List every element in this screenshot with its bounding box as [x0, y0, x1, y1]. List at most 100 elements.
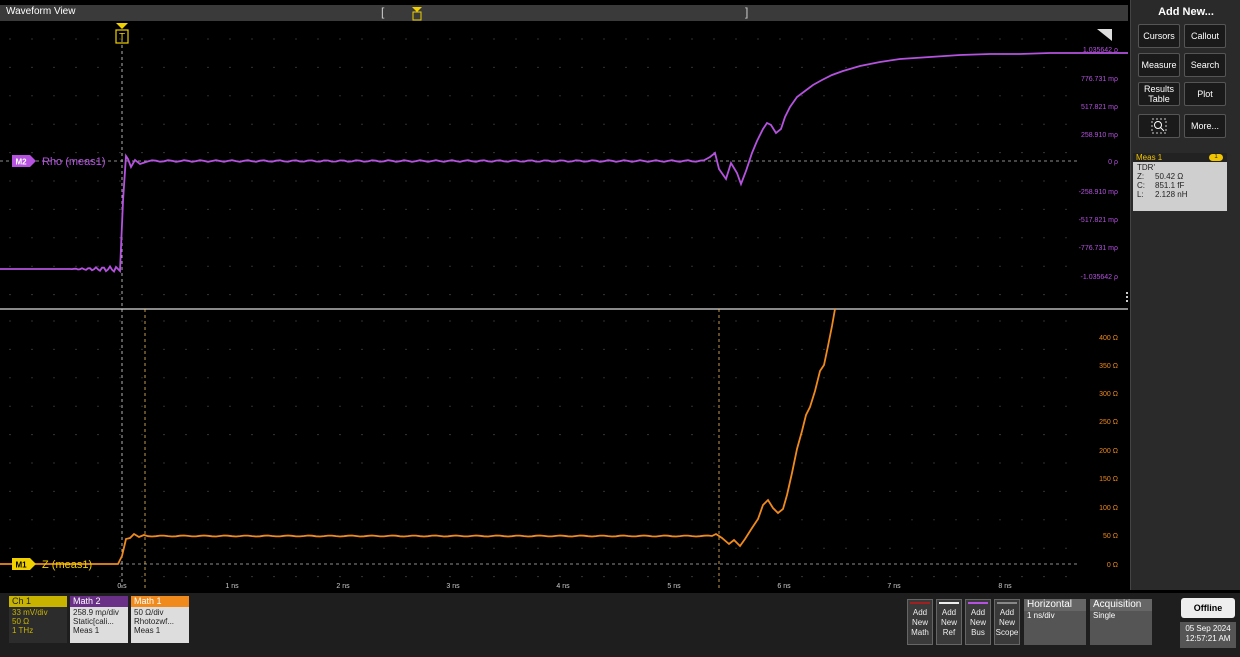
results-table-label-2: Table — [1148, 94, 1170, 104]
rho-scale-label: -517.821 mρ — [1079, 217, 1118, 224]
math2-scale: 258.9 mρ/div — [73, 608, 119, 617]
rho-scale-label: 1.035642 ρ — [1083, 47, 1118, 54]
plot-button[interactable]: Plot — [1184, 82, 1226, 106]
time-axis-labels: 0 s 1 ns 2 ns 3 ns 4 ns 5 ns 6 ns 7 ns 8 ns — [117, 583, 1012, 590]
rho-scale-label: -776.731 mρ — [1079, 245, 1118, 252]
time-tick-label: 8 ns — [998, 583, 1012, 590]
time-tick-label: 6 ns — [777, 583, 791, 590]
rho-scale-label: -258.910 mρ — [1079, 189, 1118, 196]
cursors-button[interactable]: Cursors — [1138, 24, 1180, 48]
ch1-scale: 33 mV/div — [12, 608, 48, 617]
meas1-count: 1 — [1209, 154, 1223, 161]
meas1-title: Meas 1 — [1136, 153, 1163, 162]
z-scale-label: 200 Ω — [1099, 448, 1118, 455]
z-badge-text: M1 — [15, 561, 27, 570]
meas1-l-value: 2.128 nH — [1155, 190, 1188, 199]
z-scale-label: 0 Ω — [1107, 562, 1118, 569]
add-bus-l1: Add — [970, 608, 986, 617]
rho-scale-label: 258.910 mρ — [1081, 132, 1118, 139]
add-new-scope-button[interactable]: Add New Scope — [994, 599, 1020, 645]
more-button[interactable]: More... — [1184, 114, 1226, 138]
upper-graticule — [9, 38, 1067, 296]
add-math-l2: New — [911, 618, 928, 627]
rho-scale-label: 517.821 mρ — [1081, 104, 1118, 111]
math1-meas: Meas 1 — [134, 626, 161, 635]
results-table-button[interactable]: Results Table — [1138, 82, 1180, 106]
rho-scale-label: -1.035642 ρ — [1081, 274, 1118, 281]
record-view-right-bracket: ] — [745, 5, 749, 19]
trigger-label: T — [119, 32, 125, 43]
meas1-c-value: 851.1 fF — [1155, 181, 1185, 190]
callout-button[interactable]: Callout — [1184, 24, 1226, 48]
lower-graticule — [9, 320, 1067, 578]
acquisition-settings-badge[interactable]: Acquisition Single — [1090, 599, 1152, 645]
measure-button[interactable]: Measure — [1138, 53, 1180, 77]
math1-source: Rhotozwf... — [134, 617, 175, 626]
z-scale-label: 150 Ω — [1099, 476, 1118, 483]
add-bus-l3: Bus — [971, 628, 985, 637]
z-scale-label: 300 Ω — [1099, 391, 1118, 398]
time-text: 12:57:21 AM — [1185, 634, 1231, 643]
trigger-marker-icon[interactable]: T — [115, 23, 129, 44]
add-new-header: Add New... — [1158, 6, 1214, 18]
zoom-corner-icon[interactable] — [1097, 29, 1112, 41]
math2-title: Math 2 — [70, 596, 128, 607]
rho-trace-label: Rho (meas1) — [42, 156, 106, 168]
rho-scale-label: 0 ρ — [1108, 159, 1118, 166]
waveform-display[interactable]: 1.035642 ρ 776.731 mρ 517.821 mρ 258.910 mρ… — [0, 21, 1128, 591]
upper-scale-labels: 1.035642 ρ 776.731 mρ 517.821 mρ 258.910 mρ… — [1079, 47, 1118, 281]
time-tick-label: 3 ns — [446, 583, 460, 590]
z-scale-label: 350 Ω — [1099, 363, 1118, 370]
add-math-l1: Add — [912, 608, 928, 617]
meas1-result-badge[interactable]: Meas 1 1 TDR' Z: 50.42 Ω C: 851.1 fF L: 2.12… — [1133, 153, 1227, 211]
z-channel-handle[interactable]: M1 Z (meas1) — [12, 558, 92, 571]
settings-bar: Ch 1 33 mV/div 50 Ω 1 THz Math 2 258.9 m… — [0, 593, 1240, 657]
time-tick-label: 1 ns — [225, 583, 239, 590]
time-tick-label: 7 ns — [887, 583, 901, 590]
z-trace-label: Z (meas1) — [42, 559, 92, 571]
zoom-icon — [1151, 118, 1167, 134]
add-ref-l2: New — [940, 618, 957, 627]
add-scope-l1: Add — [999, 608, 1015, 617]
add-bus-l2: New — [969, 618, 986, 627]
math2-badge[interactable]: Math 2 258.9 mρ/div Static[cali... Meas … — [70, 596, 128, 643]
zoom-tool-button[interactable] — [1138, 114, 1180, 138]
meas1-z-value: 50.42 Ω — [1155, 172, 1184, 181]
meas1-type: TDR' — [1137, 163, 1155, 172]
record-view-left-bracket: [ — [381, 5, 385, 19]
math2-meas: Meas 1 — [73, 626, 100, 635]
add-scope-l3: Scope — [995, 628, 1019, 637]
add-new-bus-button[interactable]: Add New Bus — [965, 599, 991, 645]
time-tick-label: 2 ns — [336, 583, 350, 590]
add-new-math-button[interactable]: Add New Math — [907, 599, 933, 645]
search-button[interactable]: Search — [1184, 53, 1226, 77]
math1-scale: 50 Ω/div — [134, 608, 164, 617]
math1-badge[interactable]: Math 1 50 Ω/div Rhotozwf... Meas 1 — [131, 596, 189, 643]
lower-scale-labels: 400 Ω 350 Ω 300 Ω 250 Ω 200 Ω 150 Ω 100 Ω 50 Ω 0… — [1099, 335, 1118, 569]
waveform-view-titlebar: Waveform View [ ] — [0, 5, 1128, 21]
acquisition-title: Acquisition — [1090, 599, 1152, 611]
window-title: Waveform View — [6, 6, 76, 17]
horizontal-scale: 1 ns/div — [1027, 611, 1055, 620]
ch1-badge[interactable]: Ch 1 33 mV/div 50 Ω 1 THz — [9, 596, 67, 643]
record-trigger-icon — [412, 7, 422, 21]
panel-resize-handle[interactable] — [1126, 290, 1129, 310]
math2-source: Static[cali... — [73, 617, 114, 626]
add-new-ref-button[interactable]: Add New Ref — [936, 599, 962, 645]
add-math-l3: Math — [911, 628, 929, 637]
meas1-z-key: Z: — [1137, 172, 1145, 181]
time-tick-label: 4 ns — [556, 583, 570, 590]
meas1-c-key: C: — [1137, 181, 1145, 190]
z-scale-label: 100 Ω — [1099, 505, 1118, 512]
horizontal-settings-badge[interactable]: Horizontal 1 ns/div — [1024, 599, 1086, 645]
offline-status-button[interactable]: Offline — [1181, 598, 1235, 618]
waveform-svg[interactable]: 1.035642 ρ 776.731 mρ 517.821 mρ 258.910 mρ… — [0, 21, 1128, 591]
time-tick-label: 5 ns — [667, 583, 681, 590]
z-waveform — [0, 308, 836, 565]
ch1-bandwidth: 1 THz — [12, 626, 34, 635]
date-time-display: 05 Sep 2024 12:57:21 AM — [1180, 622, 1236, 648]
rho-channel-handle[interactable]: M2 Rho (meas1) — [12, 155, 106, 168]
acquisition-mode: Single — [1093, 611, 1116, 620]
horizontal-title: Horizontal — [1024, 599, 1086, 611]
add-ref-l1: Add — [941, 608, 957, 617]
